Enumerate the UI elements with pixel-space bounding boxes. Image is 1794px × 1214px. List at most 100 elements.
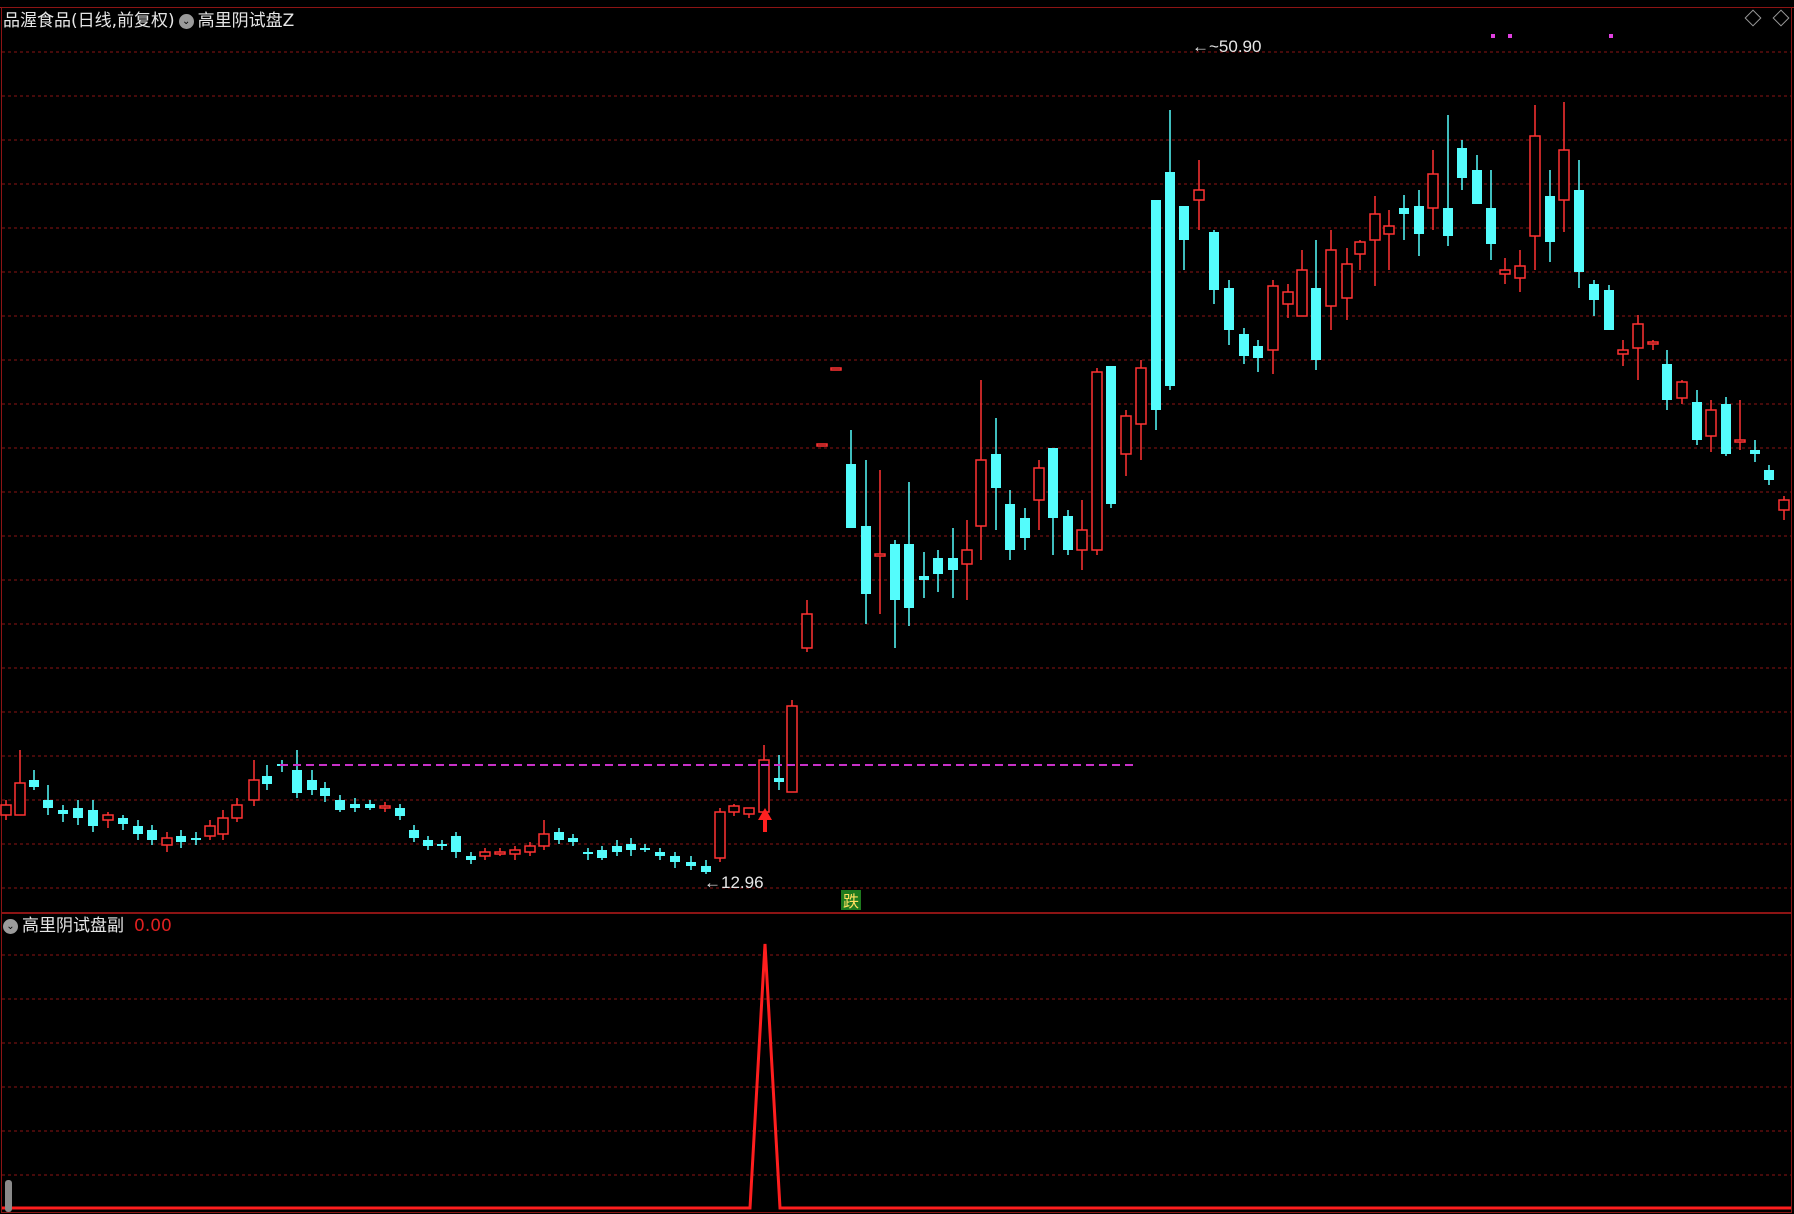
high-price-label: ←~50.90 [1192, 37, 1261, 56]
candle-body-up [204, 825, 216, 837]
candle-body-up [509, 849, 521, 855]
candle-body-up [14, 782, 26, 816]
candle-body-up [1076, 529, 1088, 551]
candle-body-down [1020, 518, 1030, 538]
candle-body-down [1063, 516, 1073, 550]
candle-body-up [1033, 467, 1045, 501]
candle-body-down [1048, 448, 1058, 518]
candle-body-down [437, 844, 447, 846]
candle-body-up [217, 817, 229, 835]
candle-body-up [1120, 415, 1132, 455]
candle-body-down [307, 780, 317, 790]
candle-body-down [365, 804, 375, 808]
candle-body-up [1617, 349, 1629, 355]
candle-body-up [801, 613, 813, 649]
candle-body-down [1457, 148, 1467, 178]
candle-body-down [1692, 402, 1702, 440]
candle-body-down [774, 778, 784, 782]
candle-body-down [1151, 200, 1161, 410]
main-chart-header: 品渥食品(日线,前复权) ⌄ 高里阴试盘Z [3, 11, 294, 31]
candle-body-up [1267, 285, 1279, 351]
candle-body-down [1239, 334, 1249, 356]
candlestick-chart[interactable]: ←~50.90 ←12.96 跌 [0, 0, 1794, 1214]
candle-body-down [466, 856, 476, 860]
candle-body-down [1165, 172, 1175, 386]
sub-chart-header: ⌄ 高里阴试盘副 0.00 [3, 916, 172, 936]
candle-body-up [379, 805, 391, 809]
candle-body-up [1705, 409, 1717, 437]
candle-body-up [830, 367, 842, 371]
candle-body-down [1209, 232, 1219, 290]
candle-body-down [1399, 208, 1409, 214]
candle-body-down [904, 544, 914, 608]
sub-indicator-title[interactable]: 高里阴试盘副 [22, 916, 124, 936]
candle-body-down [1589, 284, 1599, 300]
candle-body-down [1005, 504, 1015, 550]
candle-body-down [409, 830, 419, 838]
candle-body-down [58, 810, 68, 814]
candle-body-down [597, 850, 607, 858]
candle-body-up [1529, 135, 1541, 237]
low-price-label: ←12.96 [704, 873, 764, 892]
candle-body-down [991, 454, 1001, 488]
candle-body-down [1764, 470, 1774, 480]
candle-body-down [1545, 196, 1555, 242]
candle-body-up [102, 814, 114, 821]
candle-body-up [1383, 225, 1395, 235]
candle-body-down [73, 808, 83, 818]
candle-body-down [133, 826, 143, 834]
candle-body-up [1558, 149, 1570, 201]
candle-body-down [191, 838, 201, 840]
candle-body-up [248, 779, 260, 801]
candle-body-up [874, 553, 886, 557]
sub-indicator-line [2, 943, 1791, 1210]
candle-body-up [975, 459, 987, 527]
candle-body-up [1354, 241, 1366, 255]
candle-body-up [161, 837, 173, 846]
candle-body-up [231, 804, 243, 819]
candle-body-down [350, 804, 360, 808]
candle-body-down [320, 788, 330, 796]
candle-body-up [1632, 323, 1644, 349]
candle-body-down [1604, 290, 1614, 330]
scroll-handle[interactable] [5, 1180, 12, 1212]
indicator-title[interactable]: 高里阴试盘Z [198, 11, 295, 31]
candle-body-down [890, 544, 900, 600]
candle-body-down [1472, 170, 1482, 204]
chevron-down-icon[interactable]: ⌄ [178, 13, 194, 29]
candle-body-up [1676, 381, 1688, 399]
candle-body-down [29, 780, 39, 787]
stock-chart-app: ←~50.90 ←12.96 跌 品渥食品(日线,前复权) ⌄ 高里阴试盘Z ⌄ 高… [0, 0, 1794, 1214]
candle-body-up [0, 804, 12, 816]
candle-body-down [176, 836, 186, 842]
signal-badge-text: 跌 [843, 892, 859, 911]
candle-body-down [846, 464, 856, 528]
candle-body-down [88, 810, 98, 826]
candle-body-down [1750, 450, 1760, 454]
candle-body-down [626, 844, 636, 850]
candle-body-up [728, 805, 740, 813]
stock-title: 品渥食品(日线,前复权) [3, 11, 175, 31]
candle-body-down [640, 848, 650, 850]
candle-body-down [1574, 190, 1584, 272]
candle-body-down [1106, 366, 1116, 504]
candle-body-down [1662, 364, 1672, 400]
candle-body-down [919, 576, 929, 580]
signal-dot [1508, 34, 1512, 38]
candle-body-up [1647, 341, 1659, 345]
candle-body-up [1193, 189, 1205, 201]
candle-body-down [554, 832, 564, 840]
candle-body-down [423, 840, 433, 846]
candle-body-up [524, 845, 536, 853]
candle-body-up [1341, 263, 1353, 299]
candle-body-down [670, 856, 680, 862]
candle-body-down [583, 852, 593, 854]
candle-body-up [1135, 367, 1147, 425]
candle-body-down [1224, 288, 1234, 330]
candle-body-up [1296, 269, 1308, 317]
candle-body-down [292, 770, 302, 793]
candle-body-down [1414, 206, 1424, 234]
candle-body-down [861, 526, 871, 594]
chevron-down-icon[interactable]: ⌄ [3, 918, 18, 934]
candle-body-up [1427, 173, 1439, 209]
